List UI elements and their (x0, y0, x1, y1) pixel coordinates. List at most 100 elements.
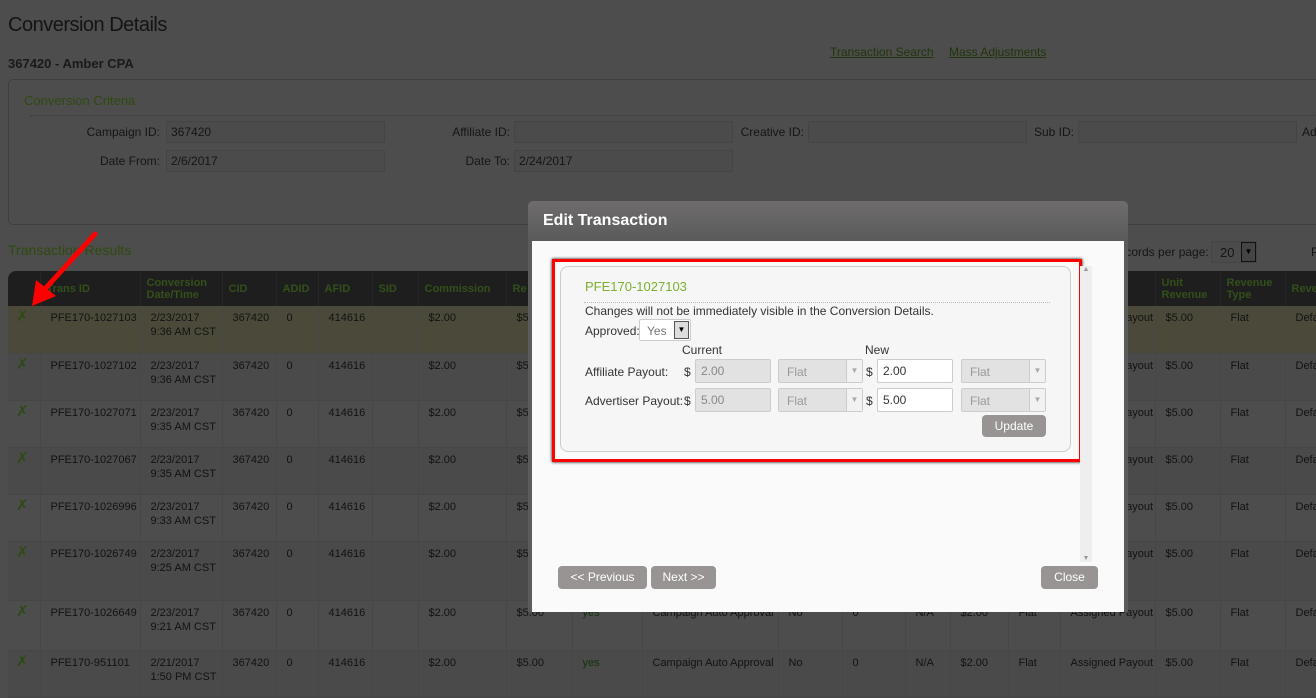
conversion-datetime: 2/23/2017 9:35 AM CST (140, 447, 223, 495)
previous-button[interactable]: << Previous (558, 566, 647, 589)
column-header[interactable]: CID (222, 271, 277, 306)
page-label: P (1311, 245, 1316, 259)
cell-commission: $2.00 (418, 494, 507, 542)
transaction-search-link[interactable]: Transaction Search (830, 45, 934, 59)
ad-label: Ad (1302, 125, 1316, 139)
date: 2/23/2017 (150, 500, 200, 513)
edit-cell: ✗ (8, 447, 41, 495)
cell-afid: 414616 (318, 650, 373, 698)
cell-revenue-type: Flat (1220, 353, 1286, 401)
wrench-screwdriver-icon[interactable]: ✗ (16, 357, 29, 372)
wrench-screwdriver-icon[interactable]: ✗ (16, 404, 29, 419)
affiliate-new-type: Flat (970, 365, 991, 379)
currency-symbol: $ (684, 394, 691, 408)
cell-unit-revenue: $5.00 (1155, 494, 1221, 542)
cell-sid (372, 400, 419, 448)
cell-cid: 367420 (222, 650, 277, 698)
advertiser-new-type-select[interactable]: Flat ▼ (961, 388, 1046, 412)
column-header[interactable]: AFID (318, 271, 373, 306)
scroll-down-icon[interactable]: ▼ (1080, 555, 1092, 562)
date-to-label: Date To: (465, 154, 510, 168)
date-to-input[interactable]: 2/24/2017 (514, 150, 733, 172)
cell-revenue: $5.00 (506, 650, 573, 698)
cell-sid (372, 353, 419, 401)
affiliate-new-type-select[interactable]: Flat ▼ (961, 359, 1046, 383)
date: 2/21/2017 (150, 656, 200, 669)
conversion-datetime: 2/23/2017 9:36 AM CST (140, 353, 223, 401)
table-row[interactable]: ✗ PFE170-951101 2/21/2017 1:50 PM CST 367420… (8, 650, 1316, 698)
date: 2/23/2017 (150, 359, 200, 372)
cell-id: PFE170-1027071 (40, 400, 141, 448)
cell-unit-revenue: $5.00 (1155, 600, 1221, 651)
cell-cid: 367420 (222, 306, 277, 354)
cell-id: PFE170-1027102 (40, 353, 141, 401)
cell-revenue-type: Flat (1220, 600, 1286, 651)
cell-c19: Default (1285, 306, 1316, 354)
cell-afid: 414616 (318, 541, 373, 601)
chevron-down-icon[interactable]: ▼ (1241, 242, 1256, 262)
cell-c19: Default (1285, 494, 1316, 542)
cell-id: PFE170-1026749 (40, 541, 141, 601)
cell-c14: $2.00 (950, 650, 1009, 698)
sub-id-label: Sub ID: (1033, 125, 1074, 139)
column-header[interactable]: Commission (418, 271, 507, 306)
cell-id: PFE170-1026649 (40, 600, 141, 651)
cell-adid: 0 (276, 650, 319, 698)
cell-afid: 414616 (318, 306, 373, 354)
cell-afid: 414616 (318, 353, 373, 401)
chevron-down-icon[interactable]: ▼ (674, 321, 689, 339)
column-header[interactable]: Conversion Date/Time (140, 271, 223, 306)
column-header[interactable]: Revenue Type (1220, 271, 1286, 306)
transaction-id: PFE170-1027103 (585, 279, 687, 294)
cell-unit-revenue: $5.00 (1155, 353, 1221, 401)
wrench-screwdriver-icon[interactable]: ✗ (16, 604, 29, 619)
cell-commission: $2.00 (418, 600, 507, 651)
conversion-datetime: 2/23/2017 9:33 AM CST (140, 494, 223, 542)
cell-commission: $2.00 (418, 447, 507, 495)
cell-id: PFE170-1027067 (40, 447, 141, 495)
sub-id-input[interactable] (1078, 121, 1297, 143)
date-from-input[interactable]: 2/6/2017 (166, 150, 385, 172)
wrench-screwdriver-icon[interactable]: ✗ (16, 498, 29, 513)
approved-label: Approved: (585, 324, 640, 338)
cell-sid (372, 447, 419, 495)
cell-c19: Default (1285, 447, 1316, 495)
cell-c15: Flat (1008, 650, 1061, 698)
creative-id-label: Creative ID: (740, 125, 804, 139)
column-header[interactable]: Reve (1285, 271, 1316, 306)
divider (584, 302, 1050, 303)
dialog-title: Edit Transaction (528, 201, 1128, 241)
affiliate-current-type: Flat (787, 365, 808, 379)
chevron-down-icon[interactable]: ▼ (1029, 389, 1045, 411)
update-button[interactable]: Update (982, 415, 1046, 437)
wrench-screwdriver-icon[interactable]: ✗ (16, 654, 29, 669)
approved-select[interactable]: Yes ▼ (639, 319, 691, 341)
chevron-down-icon[interactable]: ▼ (1029, 360, 1045, 382)
cell-unit-revenue: $5.00 (1155, 400, 1221, 448)
edit-cell: ✗ (8, 541, 41, 601)
time: 9:36 AM CST (150, 373, 216, 386)
scroll-up-icon[interactable]: ▲ (1080, 266, 1092, 273)
campaign-id-input[interactable]: 367420 (166, 121, 385, 143)
cell-sid (372, 306, 419, 354)
affiliate-new-payout-input[interactable]: 2.00 (877, 359, 953, 383)
date: 2/23/2017 (150, 453, 200, 466)
time: 9:21 AM CST (150, 620, 216, 633)
creative-id-input[interactable] (808, 121, 1027, 143)
cell-c12: 0 (842, 650, 906, 698)
notice-text: Changes will not be immediately visible … (585, 304, 934, 318)
dialog-scrollbar[interactable]: ▲ ▼ (1080, 266, 1092, 562)
column-header[interactable]: Unit Revenue (1155, 271, 1221, 306)
wrench-screwdriver-icon[interactable]: ✗ (16, 545, 29, 560)
affiliate-id-input[interactable] (514, 121, 733, 143)
cell-revenue-type: Flat (1220, 650, 1286, 698)
column-header[interactable]: ADID (276, 271, 319, 306)
column-header[interactable]: SID (372, 271, 419, 306)
cell-c13: N/A (905, 650, 951, 698)
mass-adjustments-link[interactable]: Mass Adjustments (949, 45, 1046, 59)
cell-unit-revenue: $5.00 (1155, 650, 1221, 698)
advertiser-new-payout-input[interactable]: 5.00 (877, 388, 953, 412)
wrench-screwdriver-icon[interactable]: ✗ (16, 451, 29, 466)
next-button[interactable]: Next >> (651, 566, 716, 589)
close-button[interactable]: Close (1041, 566, 1098, 589)
